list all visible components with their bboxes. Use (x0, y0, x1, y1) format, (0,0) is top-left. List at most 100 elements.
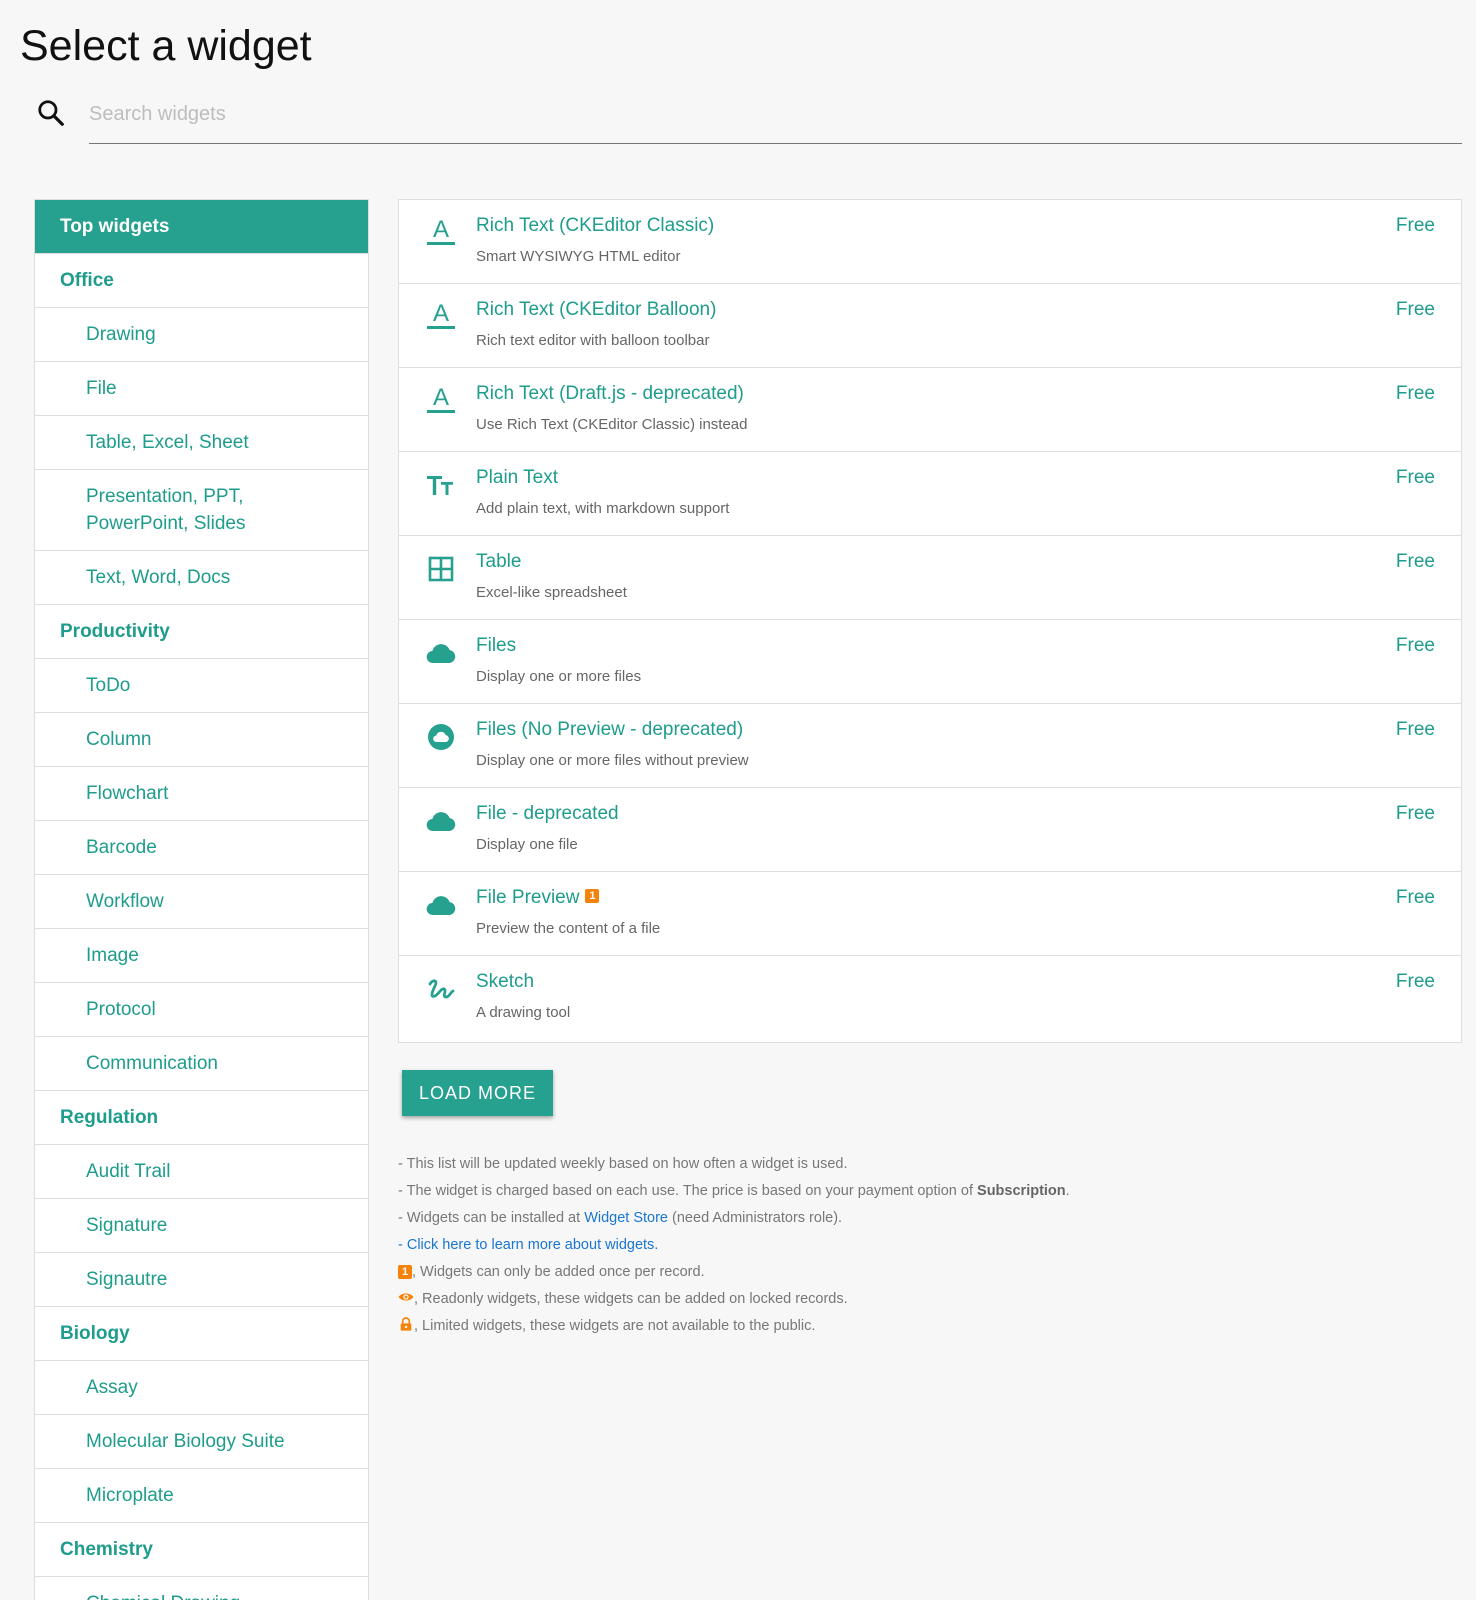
widget-price: Free (1395, 215, 1435, 236)
widget-name-text: Files (476, 635, 517, 656)
sidebar-item-label: Table, Excel, Sheet (86, 431, 249, 453)
widget-name: Files (476, 635, 516, 657)
sidebar-item-column[interactable]: Column (35, 713, 368, 767)
cloud-circle-icon (424, 720, 458, 754)
sidebar-item-table-excel-sheet[interactable]: Table, Excel, Sheet (35, 416, 368, 470)
widget-description: Excel-like spreadsheet (476, 584, 627, 601)
widget-row-file-deprecated[interactable]: File - deprecated Display one file Free (399, 788, 1461, 872)
widget-row-rich-text-ckeditor-balloon[interactable]: A Rich Text (CKEditor Balloon) Rich text e… (399, 284, 1461, 368)
sidebar-item-chemical-drawing[interactable]: Chemical Drawing (35, 1577, 368, 1600)
sidebar-group-office[interactable]: Office (35, 254, 368, 308)
widget-store-link[interactable]: Widget Store (584, 1210, 668, 1226)
sidebar-item-label: Protocol (86, 998, 156, 1020)
widget-name: Rich Text (CKEditor Classic) (476, 215, 714, 237)
sidebar-item-protocol[interactable]: Protocol (35, 983, 368, 1037)
sidebar-group-regulation[interactable]: Regulation (35, 1091, 368, 1145)
widget-row-rich-text-ckeditor-classic[interactable]: A Rich Text (CKEditor Classic) Smart WYSIW… (399, 200, 1461, 284)
note-pricing: - The widget is charged based on each us… (398, 1178, 1070, 1205)
widget-description: Display one or more files (476, 668, 642, 685)
widget-name: Rich Text (Draft.js - deprecated) (476, 383, 744, 405)
cloud-icon (424, 636, 458, 670)
widget-description: Display one file (476, 836, 578, 853)
widget-row-file-preview[interactable]: File Preview 1 Preview the content of a fi… (399, 872, 1461, 956)
sidebar-item-signautre[interactable]: Signautre (35, 1253, 368, 1307)
sidebar-item-assay[interactable]: Assay (35, 1361, 368, 1415)
widget-row-files-no-preview-deprecated[interactable]: Files (No Preview - deprecated) Display o… (399, 704, 1461, 788)
widget-description: Display one or more files without previe… (476, 752, 749, 769)
legend-limited: , Limited widgets, these widgets are not… (398, 1313, 1070, 1340)
sidebar-item-text-word-docs[interactable]: Text, Word, Docs (35, 551, 368, 605)
widget-name: Files (No Preview - deprecated) (476, 719, 743, 741)
page-title: Select a widget (20, 22, 312, 70)
sidebar-item-label: Flowchart (86, 782, 169, 804)
search-bar (20, 94, 1462, 146)
widget-description: Preview the content of a file (476, 920, 661, 937)
sidebar-item-presentation-ppt-powerpoint-slides[interactable]: Presentation, PPT, PowerPoint, Slides (35, 470, 368, 551)
legend-once-text: , Widgets can only be added once per rec… (412, 1264, 705, 1280)
sidebar-item-molecular-biology-suite[interactable]: Molecular Biology Suite (35, 1415, 368, 1469)
widget-price: Free (1395, 719, 1435, 740)
sidebar-item-label: Chemical Drawing (86, 1593, 240, 1600)
learn-more-link[interactable]: Click here to learn more about widgets. (407, 1237, 658, 1253)
sidebar-group-productivity[interactable]: Productivity (35, 605, 368, 659)
once-per-record-badge-icon: 1 (398, 1265, 412, 1279)
sidebar-item-label: Text, Word, Docs (86, 566, 231, 588)
sidebar-item-label: Assay (86, 1376, 138, 1398)
widget-price: Free (1395, 803, 1435, 824)
sidebar-item-label: Office (60, 269, 114, 291)
sidebar-item-signature[interactable]: Signature (35, 1199, 368, 1253)
sidebar-item-label: Drawing (86, 323, 156, 345)
sidebar-item-communication[interactable]: Communication (35, 1037, 368, 1091)
widget-price: Free (1395, 971, 1435, 992)
svg-text:A: A (433, 216, 449, 243)
sidebar-item-label: Signature (86, 1214, 168, 1236)
note-pricing-option: Subscription (977, 1183, 1066, 1199)
sidebar-group-biology[interactable]: Biology (35, 1307, 368, 1361)
sidebar-item-label: Biology (60, 1322, 130, 1344)
sidebar-item-barcode[interactable]: Barcode (35, 821, 368, 875)
sidebar-group-chemistry[interactable]: Chemistry (35, 1523, 368, 1577)
search-input[interactable] (89, 94, 1462, 144)
note-pricing-text: - The widget is charged based on each us… (398, 1183, 978, 1199)
sidebar-item-audit-trail[interactable]: Audit Trail (35, 1145, 368, 1199)
cloud-icon (424, 804, 458, 838)
sidebar-item-image[interactable]: Image (35, 929, 368, 983)
note-learn-prefix: - (398, 1237, 407, 1253)
widget-price: Free (1395, 299, 1435, 320)
sidebar-item-todo[interactable]: ToDo (35, 659, 368, 713)
sidebar-item-label: File (86, 377, 117, 399)
widget-description: Smart WYSIWYG HTML editor (476, 248, 681, 265)
note-weekly-update: - This list will be updated weekly based… (398, 1156, 848, 1172)
search-icon[interactable] (36, 98, 66, 128)
widget-name: Sketch (476, 971, 534, 993)
text-format-icon: A (424, 300, 458, 334)
widget-row-rich-text-draft-js-deprecated[interactable]: A Rich Text (Draft.js - deprecated) Use Ri… (399, 368, 1461, 452)
widget-name-text: File Preview (476, 887, 580, 908)
svg-text:A: A (433, 384, 449, 411)
text-format-icon: A (424, 216, 458, 250)
sketch-scribble-icon (424, 972, 458, 1006)
sidebar-item-label: Molecular Biology Suite (86, 1430, 285, 1452)
widget-name-text: Sketch (476, 971, 535, 992)
text-format-icon: A (424, 384, 458, 418)
widget-price: Free (1395, 467, 1435, 488)
category-sidebar: Top widgets Office Drawing File Table, Excel… (34, 199, 369, 1600)
widget-name-text: Rich Text (CKEditor Classic) (476, 215, 715, 236)
widget-row-sketch[interactable]: Sketch A drawing tool Free (399, 956, 1461, 1042)
sidebar-item-label: Barcode (86, 836, 157, 858)
load-more-button[interactable]: LOAD MORE (402, 1070, 553, 1116)
sidebar-item-flowchart[interactable]: Flowchart (35, 767, 368, 821)
sidebar-item-file[interactable]: File (35, 362, 368, 416)
widget-price: Free (1395, 887, 1435, 908)
sidebar-item-microplate[interactable]: Microplate (35, 1469, 368, 1523)
note-learn-more: - Click here to learn more about widgets… (398, 1232, 1070, 1259)
widget-row-table[interactable]: Table Excel-like spreadsheet Free (399, 536, 1461, 620)
widget-row-plain-text[interactable]: Plain Text Add plain text, with markdown … (399, 452, 1461, 536)
eye-icon (398, 1293, 414, 1301)
sidebar-item-workflow[interactable]: Workflow (35, 875, 368, 929)
sidebar-item-drawing[interactable]: Drawing (35, 308, 368, 362)
widget-name: File - deprecated (476, 803, 619, 825)
sidebar-group-top-widgets[interactable]: Top widgets (35, 200, 368, 254)
widget-description: Use Rich Text (CKEditor Classic) instead (476, 416, 748, 433)
widget-row-files[interactable]: Files Display one or more files Free (399, 620, 1461, 704)
